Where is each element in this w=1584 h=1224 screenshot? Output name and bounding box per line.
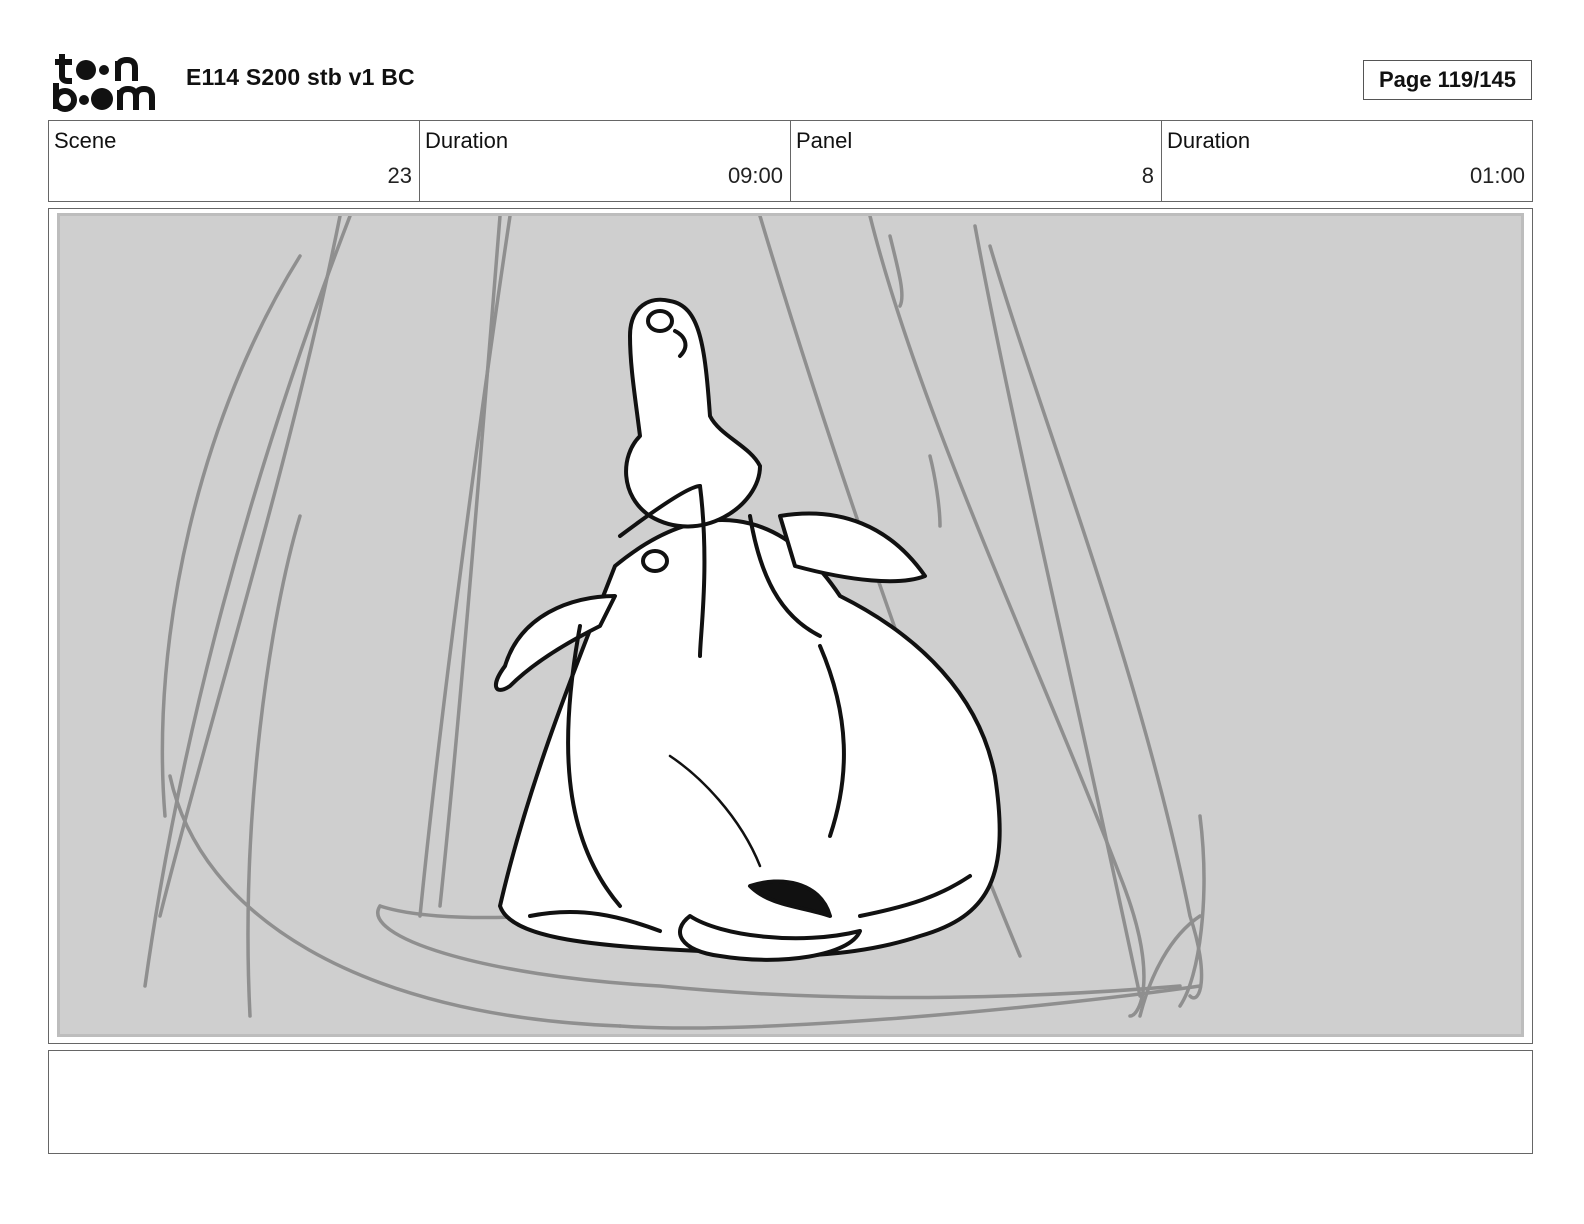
storyboard-panel-image: [57, 213, 1524, 1037]
panel-notes-box: [48, 1050, 1533, 1154]
page-indicator: Page 119/145: [1363, 60, 1532, 100]
panel-duration-value: 01:00: [1469, 163, 1525, 188]
scene-duration-cell: Duration 09:00: [420, 121, 791, 201]
scene-label: Scene: [54, 128, 117, 153]
scene-value: 23: [387, 163, 412, 188]
panel-value: 8: [1141, 163, 1154, 188]
scene-cell: Scene 23: [49, 121, 420, 201]
panel-label: Panel: [796, 128, 853, 153]
toonboom-logo: [53, 54, 155, 112]
panel-info-table: Scene 23 Duration 09:00 Panel 8 Duration…: [48, 120, 1533, 202]
scene-duration-label: Duration: [425, 128, 509, 153]
panel-duration-cell: Duration 01:00: [1162, 121, 1532, 201]
storyboard-sketch-penguin-icon: [143, 216, 1206, 1030]
panel-cell: Panel 8: [791, 121, 1162, 201]
panel-duration-label: Duration: [1167, 128, 1251, 153]
document-title: E114 S200 stb v1 BC: [186, 64, 415, 90]
scene-duration-value: 09:00: [727, 163, 783, 188]
panel-frame: [48, 208, 1533, 1044]
